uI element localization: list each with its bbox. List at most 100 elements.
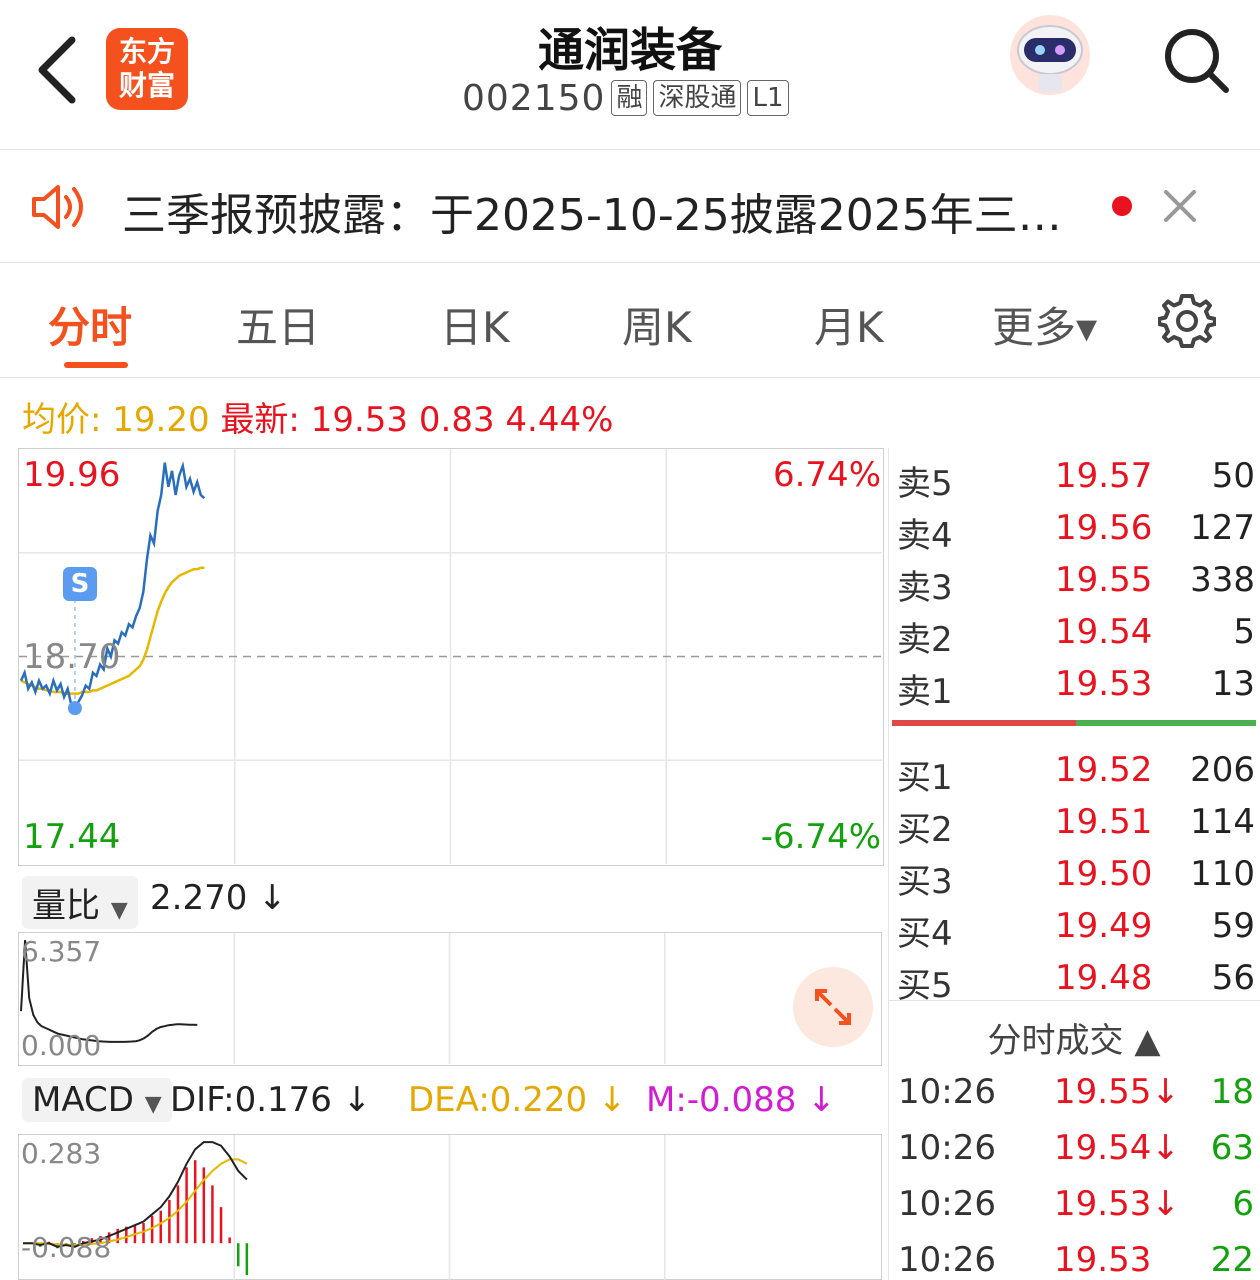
macd-chart-svg [23,1135,666,1280]
ask-volume: 338 [1190,560,1255,600]
trades-header-toggle[interactable]: 分时成交 ▲ [888,1000,1260,1066]
caret-down-icon: ▼ [144,1092,162,1117]
robot-assistant-avatar[interactable] [1004,12,1096,98]
tab-active-indicator [64,362,128,368]
trade-time: 10:26 [898,1184,996,1224]
price-change-pct: 4.44% [505,400,614,440]
macd-dea-value: DEA:0.220 ↓ [408,1080,626,1120]
ref-price-label: 18.70 [23,637,121,677]
ask-volume: 50 [1211,456,1255,496]
bid-label: 买4 [897,914,953,954]
trade-row: 10:26 19.55↓ 18 [888,1068,1260,1124]
trade-price: 19.55↓ [1054,1072,1180,1112]
trade-price: 19.53↓ [1054,1184,1180,1224]
notice-close-button[interactable] [1160,186,1200,226]
tag-margin: 融 [611,80,648,116]
unread-dot [1112,196,1132,216]
bid-volume: 56 [1211,958,1255,998]
app-logo[interactable]: 东方 财富 [106,28,188,110]
volume-ratio-chart[interactable]: 6.357 0.000 [18,932,882,1066]
stock-subtitle: 002150 融 深股通 L1 [462,76,789,120]
bid-price: 19.48 [1055,958,1153,998]
trade-volume: 22 [1210,1240,1254,1280]
ask-price: 19.53 [1055,664,1153,704]
ask-label: 卖1 [897,672,953,712]
chevron-left-icon [38,36,76,104]
notice-text: 三季报预披露：于2025-10-25披露2025年三季报 [122,190,1092,241]
chart-settings-button[interactable] [1157,292,1217,350]
ask-price: 19.54 [1055,612,1153,652]
search-icon [1165,29,1229,93]
ask-row-5[interactable]: 卖5 19.57 50 [889,452,1260,504]
signal-marker[interactable]: S [63,567,97,601]
expand-icon [815,989,851,1025]
ask-row-4[interactable]: 卖4 19.56 127 [889,504,1260,556]
bid-row-3[interactable]: 买3 19.50 110 [889,850,1260,902]
tab-intraday[interactable]: 分时 [48,294,132,355]
bid-row-1[interactable]: 买1 19.52 206 [889,746,1260,798]
bid-volume: 206 [1190,750,1255,790]
arrow-down-icon: ↓ [342,1080,372,1120]
ask-volume: 13 [1211,664,1255,704]
ask-row-1[interactable]: 卖1 19.53 13 [889,660,1260,712]
back-button[interactable] [28,30,88,110]
notice-banner[interactable]: 三季报预披露：于2025-10-25披露2025年三季报 [0,151,1260,263]
trade-time: 10:26 [898,1072,996,1112]
bid-label: 买1 [897,758,953,798]
ask-row-3[interactable]: 卖3 19.55 338 [889,556,1260,608]
tab-five-day[interactable]: 五日 [236,294,320,355]
y-max-label: 19.96 [23,455,121,495]
ask-label: 卖2 [897,620,953,660]
trade-row: 10:26 19.54↓ 63 [888,1124,1260,1180]
bid-volume: 110 [1190,854,1255,894]
intraday-chart[interactable]: 19.96 18.70 17.44 6.74% -6.74% S [18,448,884,866]
ask-label: 卖5 [897,464,953,504]
search-button[interactable] [1160,24,1232,96]
arrow-down-icon: ↓ [258,878,287,918]
trade-volume: 6 [1232,1184,1254,1224]
volume-ratio-svg [20,933,666,1064]
bid-row-2[interactable]: 买2 19.51 114 [889,798,1260,850]
trade-price: 19.53 [1054,1240,1152,1280]
tag-level: L1 [747,80,789,116]
macd-m-value: M:-0.088 ↓ [646,1080,836,1120]
speaker-icon [32,185,83,229]
price-change: 0.83 [418,400,495,440]
trade-price: 19.54↓ [1054,1128,1180,1168]
vol-max-label: 6.357 [21,935,102,968]
ask-price: 19.57 [1055,456,1153,496]
macd-indicator-selector[interactable]: MACD ▼ [22,1078,172,1122]
pct-max-label: 6.74% [772,455,881,495]
fullscreen-button[interactable] [793,967,873,1047]
tab-daily-k[interactable]: 日K [440,294,510,355]
volume-indicator-value: 2.270 ↓ [150,878,287,918]
macd-min-label: -0.088 [21,1231,112,1264]
macd-max-label: 0.283 [21,1137,102,1170]
volume-indicator-selector[interactable]: 量比 ▼ [22,876,138,929]
bid-volume: 114 [1190,802,1255,842]
volume-ratio-value: 2.270 [150,878,248,918]
m-text: M:-0.088 [646,1080,797,1120]
bid-label: 买2 [897,810,953,850]
pct-min-label: -6.74% [760,817,881,857]
caret-down-icon: ▼ [110,898,128,923]
avg-price-label: 均价: [22,400,102,440]
tab-more[interactable]: 更多▾ [992,294,1097,355]
ask-price: 19.55 [1055,560,1153,600]
bid-volume: 59 [1211,906,1255,946]
logo-line-2: 财富 [118,69,175,102]
ask-volume: 127 [1190,508,1255,548]
bid-row-5[interactable]: 买5 19.48 56 [889,954,1260,1006]
bid-price: 19.52 [1055,750,1153,790]
vol-min-label: 0.000 [21,1029,102,1062]
intraday-chart-svg [19,449,882,864]
arrow-down-icon: ↓ [807,1080,836,1120]
chart-tabs: 分时 五日 日K 周K 月K 更多▾ [0,264,1260,378]
tab-monthly-k[interactable]: 月K [814,294,884,355]
tag-connect: 深股通 [653,80,742,116]
tab-weekly-k[interactable]: 周K [622,294,692,355]
ask-row-2[interactable]: 卖2 19.54 5 [889,608,1260,660]
bid-row-4[interactable]: 买4 19.49 59 [889,902,1260,954]
macd-chart[interactable]: 0.283 -0.088 [18,1134,882,1280]
trade-row: 10:26 19.53 22 [888,1236,1260,1280]
